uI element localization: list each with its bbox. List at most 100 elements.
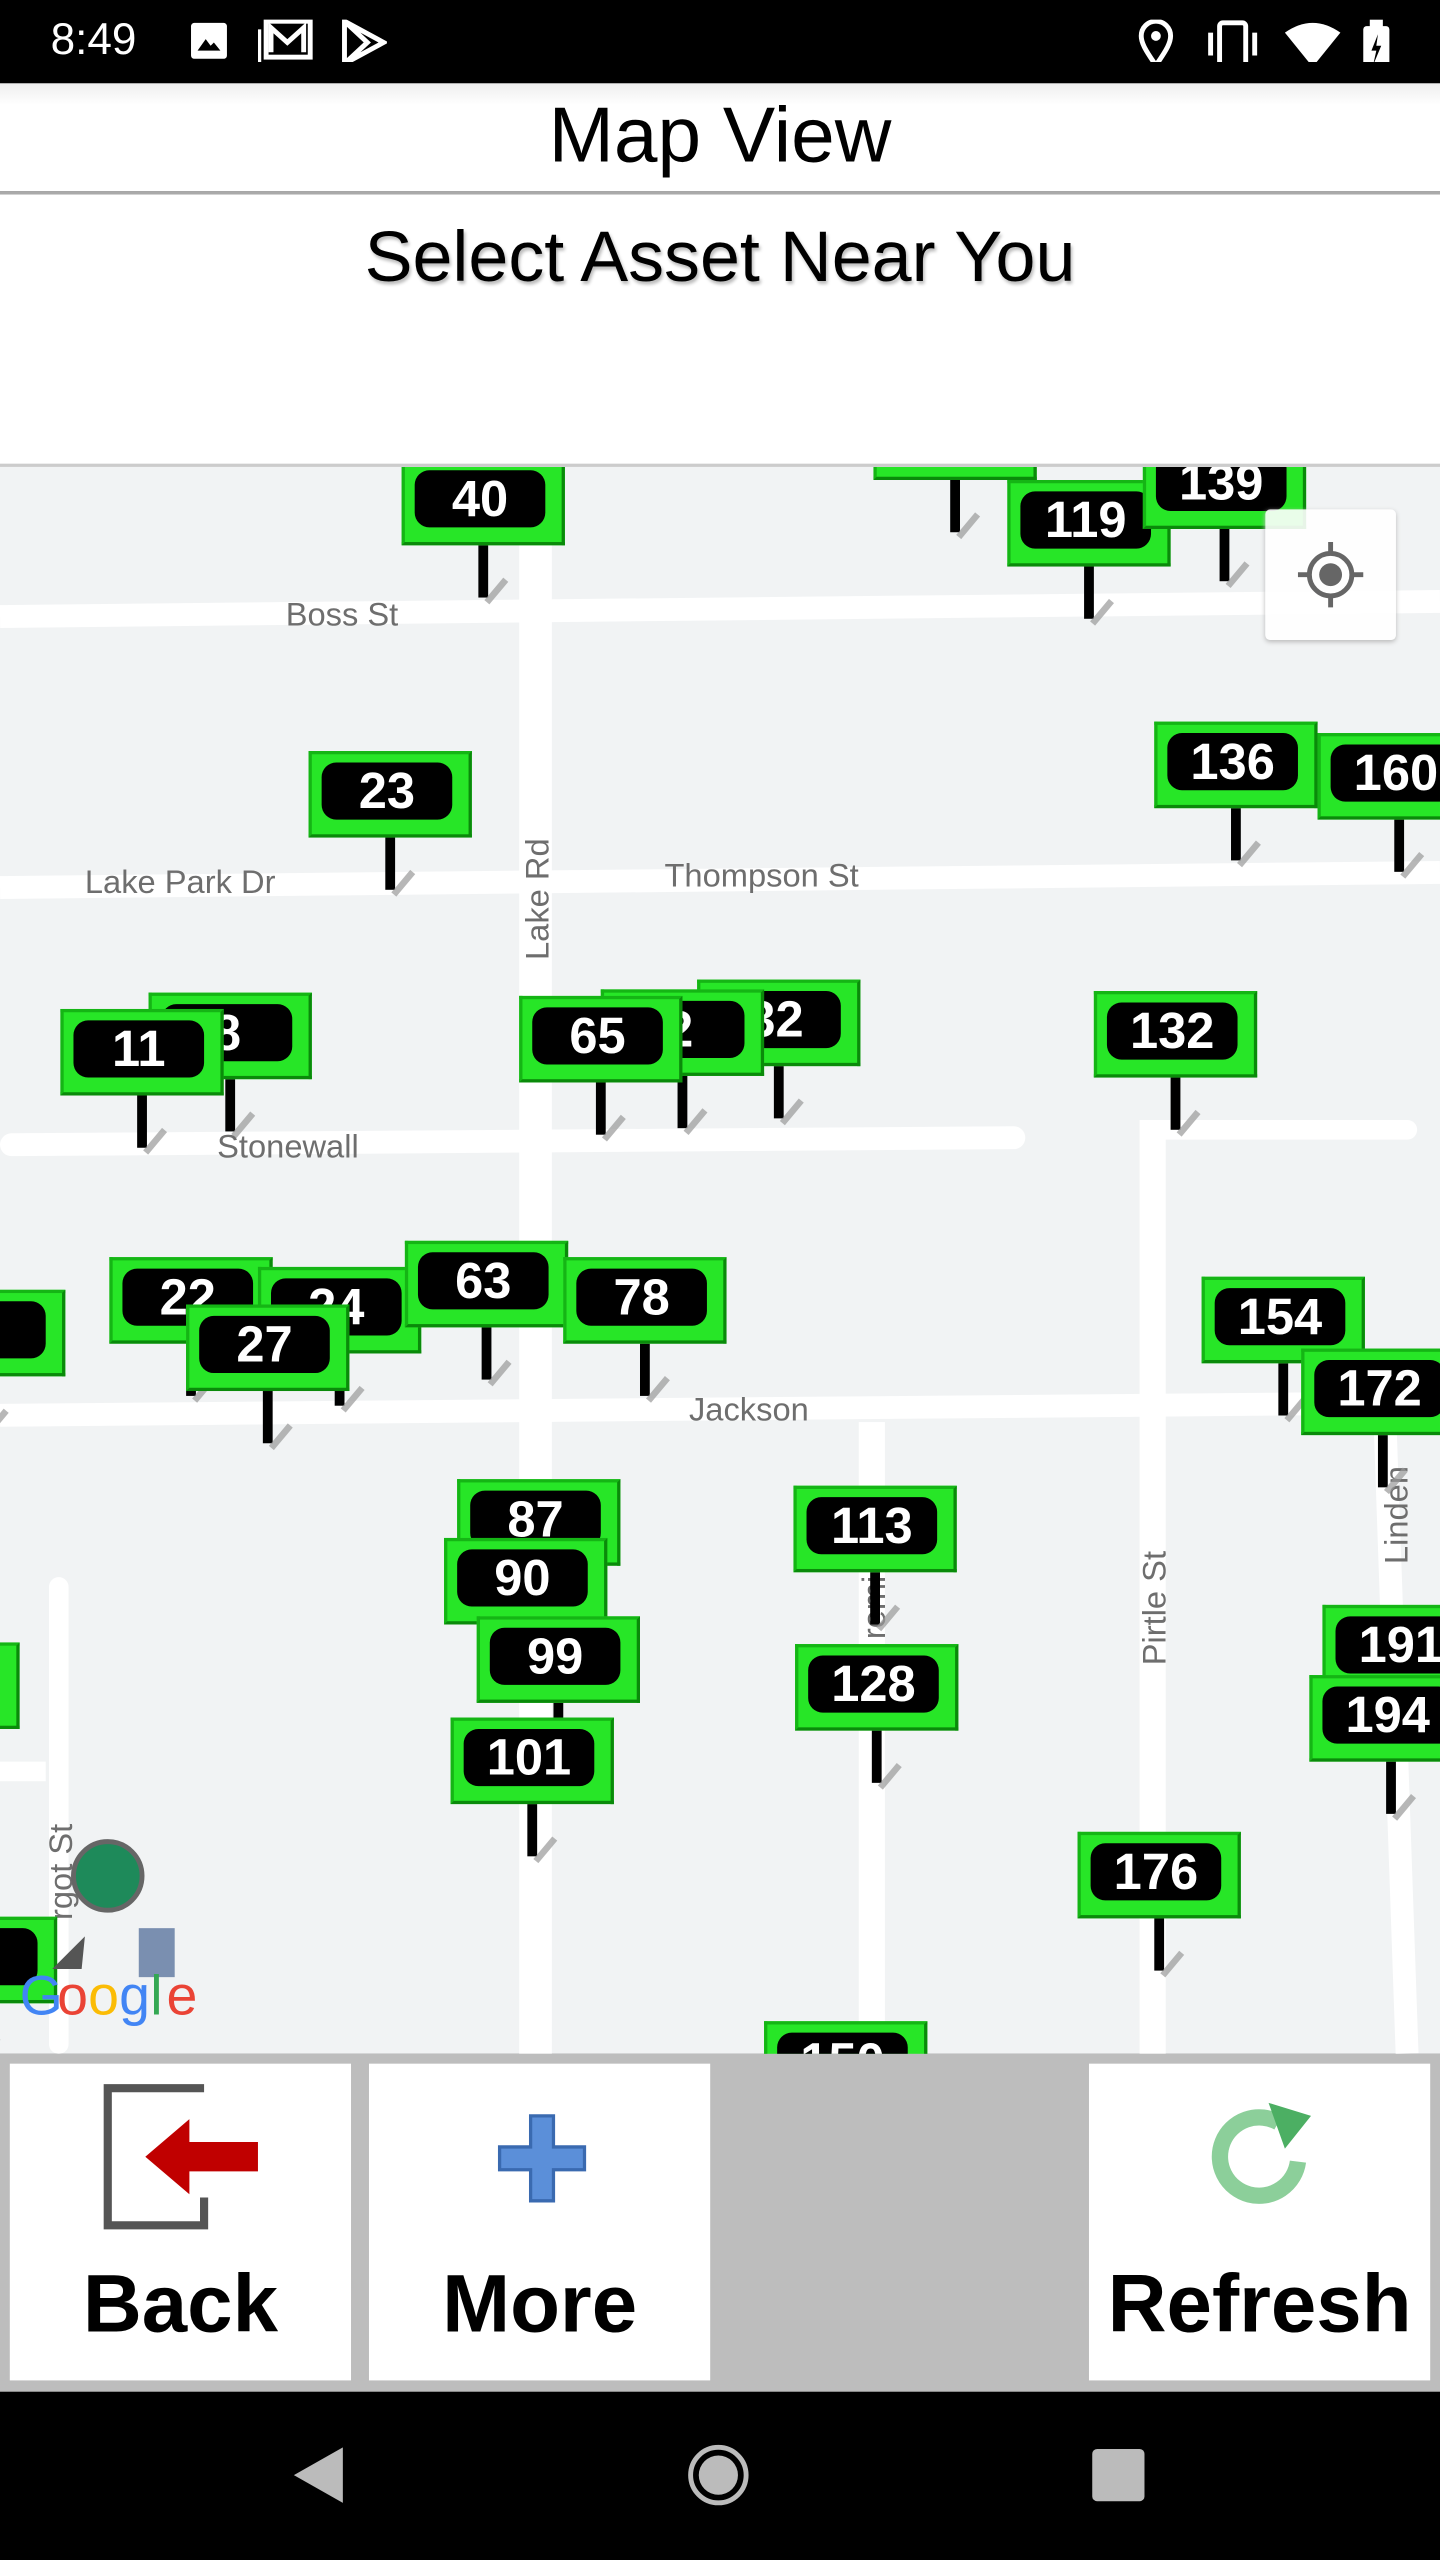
asset-marker[interactable]: 40 [401,466,565,605]
marker-sign [873,466,1037,480]
status-time: 8:49 [50,14,137,64]
marker-pole [870,1572,880,1625]
asset-marker[interactable]: 136 [1154,721,1318,868]
more-button[interactable]: More [368,2063,711,2381]
street-label: Lake Park Dr [84,865,276,902]
marker-pole [1394,819,1405,872]
marker-pole [677,1075,688,1129]
more-label: More [442,2257,638,2350]
page-title: Map View [548,93,892,180]
asset-marker[interactable]: 99 [476,1616,640,1762]
refresh-button[interactable]: Refresh [1088,2063,1431,2381]
marker-pole [1084,566,1094,619]
screen: 8:49 Map View Select Asset Near You Boss… [0,0,1440,2560]
marker-label: 160 [1330,744,1440,802]
marker-label: 27 [199,1315,330,1374]
marker-pole [1386,1761,1396,1814]
asset-marker[interactable]: 7 [0,1289,66,1436]
navigation-bar [0,2391,1440,2560]
marker-label: 63 [417,1252,549,1310]
marker-label: 154 [1214,1288,1346,1346]
wifi-icon [1284,22,1341,63]
marker-label: 176 [1090,1843,1222,1901]
street-label: Pirtle St [1137,1550,1174,1666]
asset-marker[interactable]: 172 [1301,1348,1440,1495]
gmail-icon [257,19,313,63]
marker-pole [225,1079,236,1132]
marker-sign [0,1642,20,1729]
marker-shadow [0,2035,1,2054]
street-label: Boss St [285,597,399,634]
battery-charging-icon [1363,19,1390,63]
play-store-icon [342,19,387,63]
my-location-button[interactable] [1265,509,1396,640]
svg-text:o: o [88,1965,119,2027]
asset-marker[interactable]: 27 [186,1304,350,1451]
marker-label: 113 [806,1497,938,1555]
marker-label: 40 [414,470,546,528]
marker-label: 139 [1155,466,1287,512]
marker-pole [1154,1918,1165,1971]
asset-marker[interactable]: 150 [764,2021,928,2054]
marker-pole [871,1730,882,1783]
marker-label: 78 [576,1268,707,1326]
asset-marker[interactable] [0,1642,20,1729]
my-location-icon [1297,542,1364,608]
svg-text:l: l [150,1965,162,2027]
title-bar: Map View [0,83,1440,195]
street-label: Jackson [688,1392,809,1429]
back-triangle-icon[interactable] [291,2444,347,2506]
vibrate-icon [1208,20,1258,63]
asset-marker[interactable]: 132 [1093,991,1258,1137]
recents-square-icon[interactable] [1091,2447,1147,2503]
page-subtitle: Select Asset Near You [364,217,1076,298]
location-icon [1138,19,1174,63]
back-button[interactable]: Back [9,2063,352,2381]
asset-marker[interactable]: 113 [793,1485,957,1632]
marker-pole [1219,528,1230,582]
marker-pole [595,1082,606,1135]
marker-label: 136 [1167,733,1298,791]
home-circle-icon[interactable] [686,2442,751,2507]
marker-pole [478,545,489,598]
marker-pole [1278,1363,1289,1416]
asset-marker[interactable]: 160 [1317,733,1440,879]
plus-icon [497,2114,587,2203]
marker-label: 90 [457,1549,588,1607]
asset-marker[interactable]: 194 [1309,1675,1440,1821]
asset-marker[interactable]: 90 [444,1537,608,1684]
asset-marker[interactable]: 11 [60,1008,224,1155]
asset-marker[interactable]: 101 [450,1717,614,1864]
marker-label: 194 [1322,1686,1440,1744]
svg-text:o: o [57,1965,88,2027]
marker-label: 23 [321,762,453,820]
road [0,1761,46,1782]
back-label: Back [82,2257,278,2350]
marker-label: 191 [1335,1616,1440,1674]
asset-marker[interactable]: 128 [795,1644,959,1790]
marker-label: 119 [1020,491,1152,549]
marker-pole [481,1327,492,1380]
marker-label: 128 [808,1655,939,1713]
marker-label: 99 [489,1627,621,1685]
street-label: Thompson St [664,858,859,895]
marker-pole [385,837,396,890]
marker-label: 11 [73,1020,205,1078]
google-logo: G o o g l e [20,1839,197,2027]
asset-marker[interactable]: 176 [1077,1831,1241,1978]
marker-pole [262,1391,273,1444]
map-view[interactable]: Boss St Lake Park Dr Thompson St Lake Rd… [0,466,1440,2054]
asset-marker[interactable]: 78 [563,1257,727,1403]
marker-pole [1170,1077,1181,1130]
asset-marker[interactable]: 63 [404,1240,569,1387]
svg-text:g: g [119,1965,150,2027]
asset-marker[interactable]: 23 [308,751,472,897]
refresh-icon [1211,2102,1312,2204]
bottom-toolbar: Back More Refresh [0,2053,1440,2392]
marker-pole [950,479,960,533]
asset-marker[interactable]: 65 [519,995,683,1142]
marker-label: 150 [777,2032,908,2054]
asset-marker[interactable] [873,466,1037,540]
marker-label: 172 [1314,1359,1440,1418]
exit-arrow-icon [103,2084,258,2230]
